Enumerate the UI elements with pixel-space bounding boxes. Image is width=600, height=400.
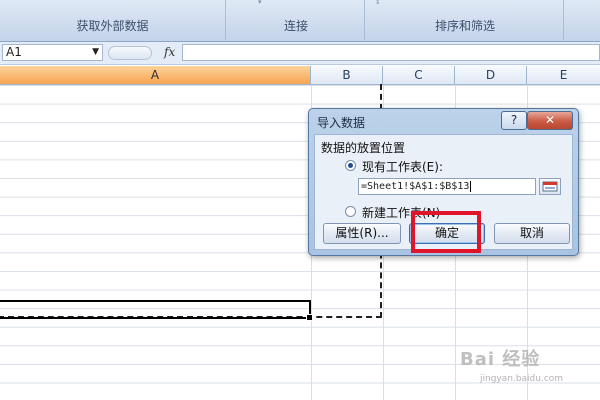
ribbon: 获取外部数据 ▾ 连接 ↕ 排序和筛选 xyxy=(0,0,600,42)
ribbon-group-label: 排序和筛选 xyxy=(434,19,495,33)
reference-value: =Sheet1!$A$1:$B$13 xyxy=(361,181,470,192)
name-box-value: A1 xyxy=(6,45,22,59)
sort-icon[interactable]: ↕ xyxy=(375,0,381,6)
column-header-e[interactable]: E xyxy=(527,66,600,84)
reference-input[interactable]: =Sheet1!$A$1:$B$13 xyxy=(358,178,536,195)
fill-handle[interactable] xyxy=(306,314,313,321)
column-header-a[interactable]: A xyxy=(0,66,311,84)
ribbon-group-label: 连接 xyxy=(283,19,308,33)
watermark-url: jingyan.baidu.com xyxy=(480,374,564,384)
range-select-icon xyxy=(542,181,558,192)
collapse-dialog-button[interactable] xyxy=(539,178,561,195)
formula-bar-splitter[interactable] xyxy=(108,46,152,60)
close-button[interactable]: ✕ xyxy=(527,111,573,130)
formula-input[interactable] xyxy=(182,44,600,61)
radio-new-worksheet[interactable] xyxy=(345,206,356,217)
chevron-down-icon[interactable]: ▼ xyxy=(92,45,99,60)
placement-section-label: 数据的放置位置 xyxy=(321,141,406,155)
ribbon-group-next xyxy=(566,0,600,40)
dropdown-arrow-icon[interactable]: ▾ xyxy=(258,0,264,6)
ribbon-group-connections: ▾ 连接 xyxy=(228,0,365,40)
text-caret xyxy=(470,180,472,192)
cancel-button[interactable]: 取消 xyxy=(494,223,570,244)
column-header-d[interactable]: D xyxy=(455,66,527,84)
name-box[interactable]: A1 ▼ xyxy=(2,44,103,61)
properties-button[interactable]: 属性(R)... xyxy=(323,223,401,244)
annotation-highlight-box xyxy=(411,211,481,253)
column-header-b[interactable]: B xyxy=(311,66,383,84)
ribbon-group-get-external-data: 获取外部数据 xyxy=(0,0,226,40)
ribbon-group-label: 获取外部数据 xyxy=(76,19,149,33)
radio-existing-worksheet[interactable] xyxy=(345,160,356,171)
active-cell[interactable] xyxy=(0,300,313,321)
ribbon-group-sort-filter: ↕ 排序和筛选 xyxy=(367,0,564,40)
radio-existing-label[interactable]: 现有工作表(E): xyxy=(362,158,443,175)
column-header-c[interactable]: C xyxy=(383,66,455,84)
insert-function-icon[interactable]: fx xyxy=(164,45,175,59)
formula-bar: A1 ▼ fx xyxy=(0,42,600,65)
help-button[interactable]: ? xyxy=(501,111,527,130)
watermark-logo: Bai 经验 xyxy=(460,349,541,370)
dialog-title: 导入数据 xyxy=(317,116,366,130)
column-header-bar: A B C D E xyxy=(0,66,600,85)
